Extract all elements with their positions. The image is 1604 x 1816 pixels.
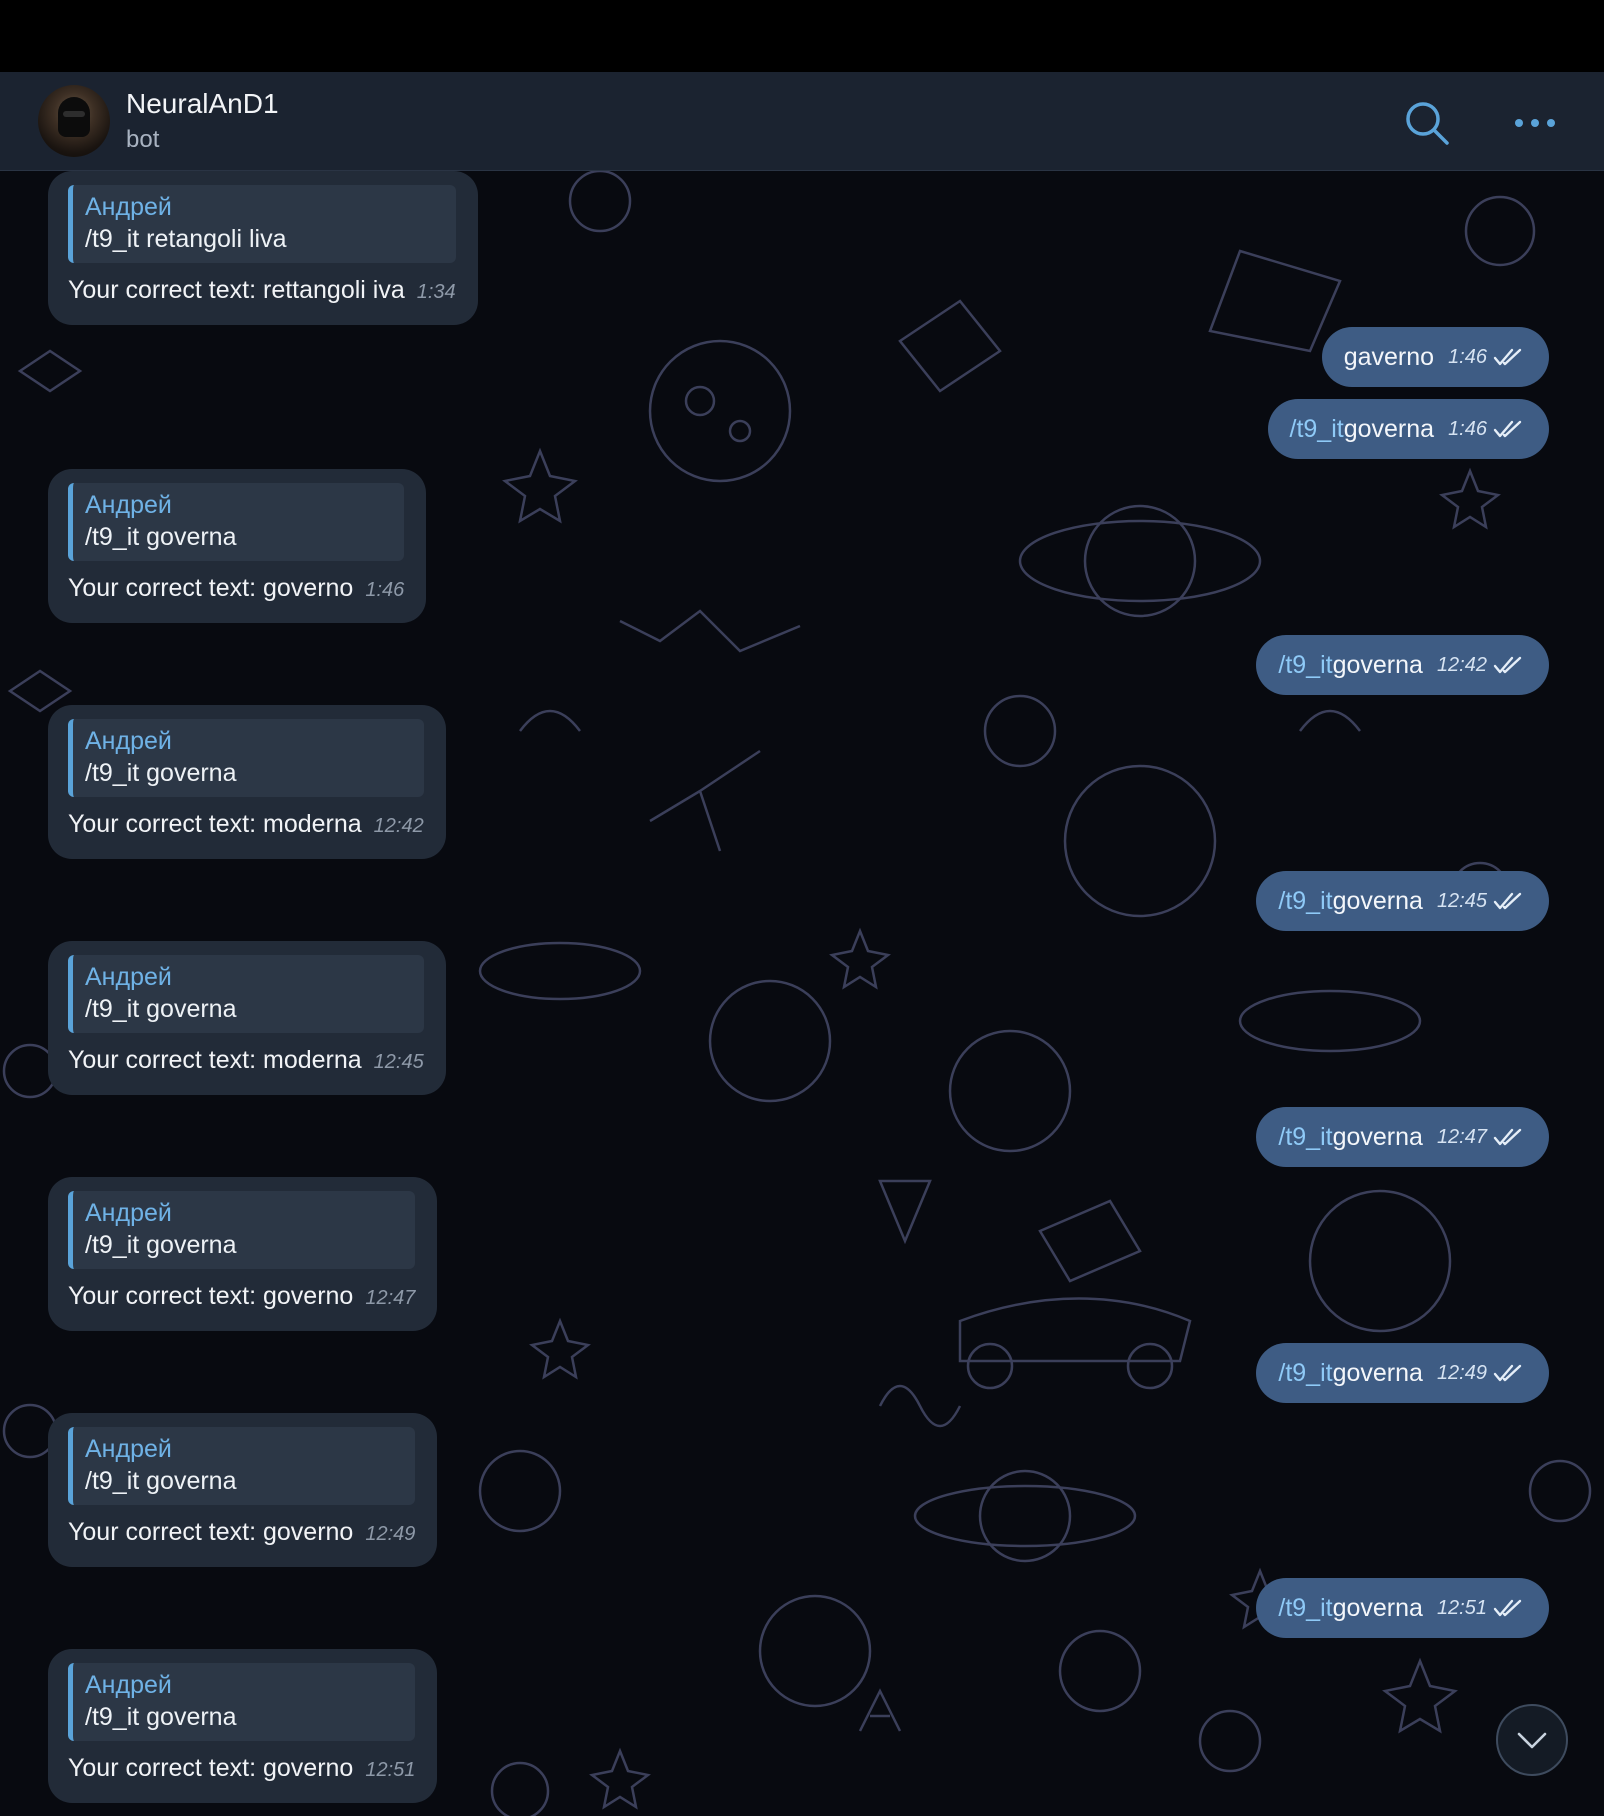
- message-time: 12:49: [1436, 1361, 1487, 1384]
- reply-text: /t9_it governa: [85, 1467, 237, 1495]
- reply-text: /t9_it governa: [85, 523, 237, 551]
- reply-author: Андрей: [85, 727, 172, 755]
- message-time: 12:47: [365, 1287, 416, 1309]
- reply-text: /t9_it governa: [85, 759, 237, 787]
- message-text: gaverno: [1343, 342, 1435, 371]
- message-text: governa: [1332, 1358, 1423, 1387]
- message-list[interactable]: Андрей /t9_it retangoli liva Your correc…: [0, 171, 1604, 1816]
- command-link[interactable]: /t9_it: [1278, 1123, 1332, 1152]
- message-text: Your correct text: moderna: [68, 1046, 362, 1074]
- message-text: Your correct text: governo: [68, 574, 354, 602]
- reply-author: Андрей: [85, 1435, 172, 1463]
- status-bar-area: [0, 0, 1604, 72]
- avatar-eyes-shape: [63, 111, 85, 117]
- chat-header: NeuralAnD1 bot: [0, 72, 1604, 171]
- command-link[interactable]: /t9_it: [1278, 1594, 1332, 1623]
- reply-quote[interactable]: Андрей /t9_it governa: [68, 1427, 416, 1505]
- message-time: 12:49: [365, 1523, 416, 1545]
- reply-quote[interactable]: Андрей /t9_it governa: [68, 483, 405, 561]
- incoming-message[interactable]: Андрей /t9_it governa Your correct text:…: [48, 705, 446, 859]
- reply-author: Андрей: [85, 491, 172, 519]
- outgoing-message[interactable]: /t9_it governa 1:46: [1267, 399, 1549, 459]
- message-text: Your correct text: rettangoli iva: [68, 276, 405, 304]
- reply-quote[interactable]: Андрей /t9_it governa: [68, 719, 424, 797]
- outgoing-message[interactable]: /t9_it governa 12:51: [1256, 1578, 1549, 1638]
- reply-text: /t9_it governa: [85, 995, 237, 1023]
- incoming-message[interactable]: Андрей /t9_it retangoli liva Your correc…: [48, 171, 478, 325]
- outgoing-message[interactable]: /t9_it governa 12:45: [1256, 871, 1549, 931]
- reply-text: /t9_it governa: [85, 1231, 237, 1259]
- message-text: Your correct text: governo: [68, 1282, 354, 1310]
- message-time: 12:42: [373, 815, 424, 837]
- message-time: 12:51: [1436, 1596, 1487, 1619]
- double-check-icon: [1493, 656, 1522, 674]
- double-check-icon: [1493, 1128, 1522, 1146]
- incoming-message[interactable]: Андрей /t9_it governa Your correct text:…: [48, 1413, 438, 1567]
- command-link[interactable]: /t9_it: [1290, 415, 1344, 444]
- message-text: governa: [1332, 1122, 1423, 1151]
- message-text: governa: [1332, 1593, 1423, 1622]
- chat-subtitle: bot: [126, 126, 160, 153]
- message-text: governa: [1343, 414, 1435, 443]
- message-text: governa: [1332, 650, 1423, 679]
- outgoing-message[interactable]: gaverno 1:46: [1321, 327, 1549, 387]
- incoming-message[interactable]: Андрей /t9_it governa Your correct text:…: [48, 941, 446, 1095]
- reply-author: Андрей: [85, 963, 172, 991]
- reply-author: Андрей: [85, 193, 172, 221]
- message-time: 1:46: [1448, 417, 1487, 440]
- chevron-down-icon: [1517, 1732, 1547, 1749]
- double-check-icon: [1493, 892, 1522, 910]
- incoming-message[interactable]: Андрей /t9_it governa Your correct text:…: [48, 1649, 438, 1803]
- message-time: 12:47: [1436, 1125, 1487, 1148]
- reply-author: Андрей: [85, 1199, 172, 1227]
- reply-quote[interactable]: Андрей /t9_it retangoli liva: [68, 185, 456, 263]
- reply-quote[interactable]: Андрей /t9_it governa: [68, 1663, 416, 1741]
- reply-quote[interactable]: Андрей /t9_it governa: [68, 1191, 416, 1269]
- outgoing-message[interactable]: /t9_it governa 12:49: [1256, 1343, 1549, 1403]
- command-link[interactable]: /t9_it: [1278, 887, 1332, 916]
- more-icon[interactable]: [1512, 108, 1558, 138]
- command-link[interactable]: /t9_it: [1278, 1359, 1332, 1388]
- reply-text: /t9_it retangoli liva: [85, 225, 287, 253]
- outgoing-message[interactable]: /t9_it governa 12:42: [1256, 635, 1549, 695]
- message-time: 1:46: [365, 579, 405, 601]
- message-time: 1:34: [416, 281, 456, 303]
- reply-text: /t9_it governa: [85, 1703, 237, 1731]
- message-time: 1:46: [1448, 345, 1487, 368]
- message-text: Your correct text: governo: [68, 1754, 354, 1782]
- command-link[interactable]: /t9_it: [1278, 651, 1332, 680]
- message-time: 12:45: [373, 1051, 424, 1073]
- search-icon[interactable]: [1404, 100, 1450, 146]
- avatar-helmet-shape: [58, 97, 90, 137]
- incoming-message[interactable]: Андрей /t9_it governa Your correct text:…: [48, 1177, 438, 1331]
- avatar[interactable]: [38, 85, 110, 157]
- outgoing-message[interactable]: /t9_it governa 12:47: [1256, 1107, 1549, 1167]
- reply-author: Андрей: [85, 1671, 172, 1699]
- double-check-icon: [1493, 1599, 1522, 1617]
- double-check-icon: [1493, 420, 1522, 438]
- message-time: 12:45: [1436, 889, 1487, 912]
- message-text: Your correct text: governo: [68, 1518, 354, 1546]
- scroll-down-button[interactable]: [1496, 1704, 1568, 1776]
- message-text: Your correct text: moderna: [68, 810, 362, 838]
- chat-title[interactable]: NeuralAnD1: [126, 88, 279, 120]
- double-check-icon: [1493, 1364, 1522, 1382]
- incoming-message[interactable]: Андрей /t9_it governa Your correct text:…: [48, 469, 427, 623]
- message-time: 12:51: [365, 1759, 416, 1781]
- message-text: governa: [1332, 886, 1423, 915]
- double-check-icon: [1493, 348, 1522, 366]
- reply-quote[interactable]: Андрей /t9_it governa: [68, 955, 424, 1033]
- message-time: 12:42: [1436, 653, 1487, 676]
